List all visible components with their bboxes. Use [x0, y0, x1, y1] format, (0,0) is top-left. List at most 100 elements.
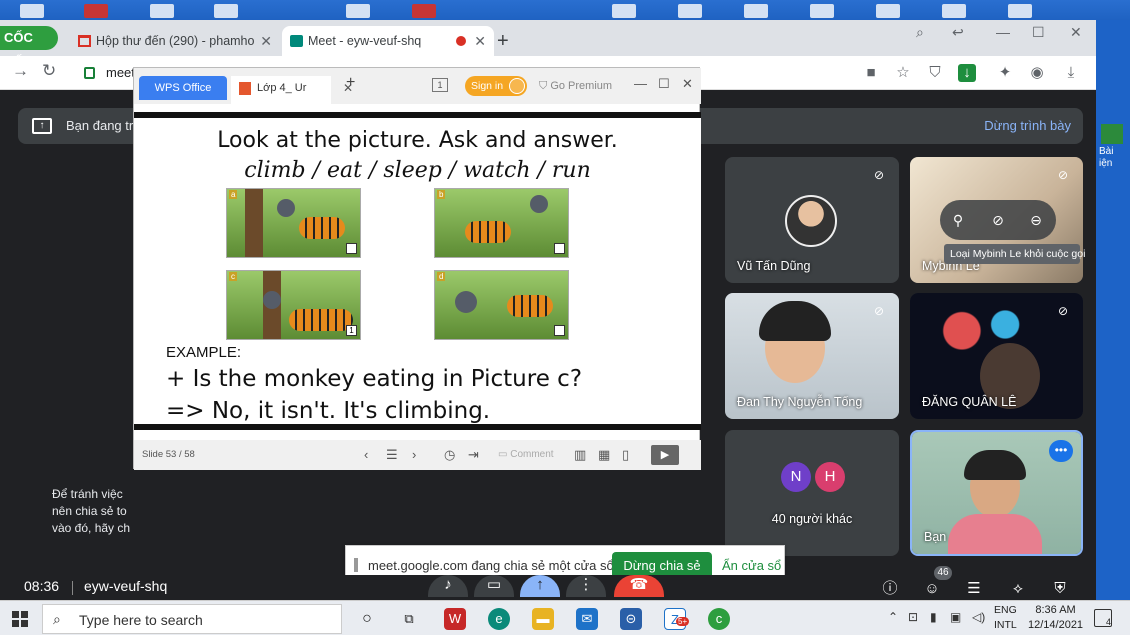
camera-icon[interactable]: ■ — [862, 64, 880, 82]
timer-icon[interactable]: ◷ — [444, 447, 455, 463]
info-icon[interactable]: ⓘ — [880, 579, 900, 599]
desktop-icon[interactable] — [150, 4, 174, 18]
star-icon[interactable]: ☆ — [894, 64, 912, 82]
sign-in-button[interactable]: Sign in — [465, 76, 527, 96]
desktop-file-icon[interactable] — [1101, 124, 1123, 144]
maximize-icon[interactable]: ☐ — [1032, 24, 1045, 41]
desktop-icon[interactable] — [346, 4, 370, 18]
desktop-icon[interactable] — [942, 4, 966, 18]
normal-view-icon[interactable]: ▥ — [574, 447, 586, 463]
tray-mic-icon[interactable]: ▮ — [930, 610, 937, 624]
desktop-icon[interactable] — [412, 4, 436, 18]
checkbox[interactable] — [554, 325, 565, 336]
notification-center-icon[interactable]: 4 — [1094, 609, 1112, 627]
maximize-icon[interactable]: ☐ — [658, 76, 670, 92]
more-button[interactable]: ⋮ — [566, 575, 606, 597]
close-icon[interactable]: ✕ — [260, 26, 272, 56]
checkbox[interactable]: 1 — [346, 325, 357, 336]
minimize-icon[interactable]: — — [996, 24, 1010, 40]
desktop-icon[interactable] — [678, 4, 702, 18]
present-button[interactable]: ↑ — [520, 575, 560, 597]
mail-icon[interactable]: ✉ — [576, 608, 598, 630]
go-premium-link[interactable]: ⛉ Go Premium — [539, 76, 612, 96]
downloads-icon[interactable]: ⤓ — [1062, 64, 1080, 82]
tray-chevron-icon[interactable]: ⌃ — [888, 610, 898, 624]
page-count-icon[interactable]: 1 — [432, 78, 448, 92]
pin-icon[interactable]: ⚲ — [948, 210, 968, 230]
remove-participant-icon[interactable]: ⊖ — [1026, 210, 1046, 230]
new-tab-button[interactable]: + — [346, 74, 355, 92]
slide-counter: Slide 53 / 58 — [142, 449, 195, 460]
cortana-icon[interactable]: ○ — [356, 608, 378, 630]
reload-icon[interactable]: ↻ — [42, 61, 56, 81]
activities-icon[interactable]: ⟡ — [1008, 579, 1028, 599]
coccoc-logo[interactable]: CỐC CỐC — [0, 26, 58, 69]
app-icon[interactable]: ⊝ — [620, 608, 642, 630]
window-close-icon[interactable]: ✕ — [1070, 24, 1082, 41]
coccoc-browser-icon[interactable]: c — [708, 608, 730, 630]
profile-icon[interactable]: ◉ — [1028, 64, 1046, 82]
participant-tile[interactable]: ⊘ ĐĂNG QUÂN LÊ — [910, 293, 1083, 419]
others-tile[interactable]: N H 40 người khác — [725, 430, 899, 556]
minimize-icon[interactable]: — — [634, 76, 647, 91]
grid-view-icon[interactable]: ▦ — [598, 447, 610, 463]
volume-icon[interactable]: ◁) — [972, 610, 985, 624]
more-options-icon[interactable]: ••• — [1049, 440, 1073, 462]
chat-icon[interactable]: ☰ — [964, 579, 984, 599]
people-icon[interactable]: ☺ — [922, 579, 942, 599]
desktop-icon[interactable] — [214, 4, 238, 18]
next-slide-icon[interactable]: › — [412, 447, 416, 462]
desktop-icon[interactable] — [1008, 4, 1032, 18]
windows-start-icon[interactable] — [12, 611, 28, 627]
download-green-icon[interactable]: ↓ — [958, 64, 976, 82]
shield-icon[interactable]: ⛉ — [926, 64, 944, 82]
host-controls-icon[interactable]: ⛨ — [1050, 579, 1070, 599]
desktop-icon[interactable] — [876, 4, 900, 18]
comment-button[interactable]: ▭ Comment — [498, 449, 554, 460]
outline-list-icon[interactable]: ☰ — [386, 447, 398, 463]
recording-dot-icon — [456, 36, 466, 46]
participant-tile[interactable]: ⊘ Đan Thy Nguyễn Tống — [725, 293, 899, 419]
reading-view-icon[interactable]: ▯ — [622, 447, 629, 463]
new-tab-button[interactable]: + — [497, 26, 509, 56]
desktop-icon[interactable] — [84, 4, 108, 18]
leave-call-button[interactable]: ☎ — [614, 575, 664, 597]
camera-button[interactable]: ▭ — [474, 575, 514, 597]
drag-handle-icon[interactable] — [354, 558, 358, 572]
participant-tile[interactable]: ⊘ Vũ Tấn Dũng — [725, 157, 899, 283]
mic-button[interactable]: ♪ — [428, 575, 468, 597]
checkbox[interactable] — [554, 243, 565, 254]
desktop-icon[interactable] — [20, 4, 44, 18]
taskbar-search-input[interactable]: ⌕ Type here to search — [42, 604, 342, 634]
taskbar-clock[interactable]: 8:36 AM 12/14/2021 — [1028, 603, 1083, 633]
tab-meet[interactable]: Meet - eyw-veuf-shq ✕ — [282, 26, 494, 56]
self-tile[interactable]: ••• Bạn — [910, 430, 1083, 556]
edge-icon[interactable]: e — [488, 608, 510, 630]
prev-slide-icon[interactable]: ‹ — [364, 447, 368, 462]
desktop-icon[interactable] — [744, 4, 768, 18]
back-arrow-icon[interactable]: ↩ — [952, 24, 964, 41]
desktop-icon[interactable] — [810, 4, 834, 18]
desktop-icon[interactable] — [612, 4, 636, 18]
tab-gmail[interactable]: Hộp thư đến (290) - phamho ✕ — [70, 26, 280, 56]
wps-app-icon[interactable]: W — [444, 608, 466, 630]
stop-presenting-button[interactable]: Dừng trình bày — [984, 108, 1071, 144]
wps-file-tab[interactable]: Lớp 4_ Ur ✕ — [231, 76, 353, 104]
tray-app-icon[interactable]: ⊡ — [908, 610, 918, 624]
slide-title: Look at the picture. Ask and answer. — [217, 128, 618, 153]
extensions-icon[interactable]: ✦ — [996, 64, 1014, 82]
language-indicator[interactable]: ENG INTL — [994, 603, 1017, 633]
tab-search-icon[interactable]: ⌕ — [916, 24, 924, 41]
wps-office-tab[interactable]: WPS Office — [139, 76, 227, 100]
file-explorer-icon[interactable]: ▬ — [532, 608, 554, 630]
play-slideshow-button[interactable]: ▶ — [651, 445, 679, 465]
checkbox[interactable] — [346, 243, 357, 254]
divider — [72, 581, 73, 595]
network-icon[interactable]: ▣ — [950, 610, 961, 624]
mute-participant-icon[interactable]: ⊘ — [988, 210, 1008, 230]
window-close-icon[interactable]: ✕ — [682, 76, 693, 92]
export-icon[interactable]: ⇥ — [468, 447, 479, 463]
forward-icon[interactable]: → — [12, 61, 29, 81]
task-view-icon[interactable]: ⧉ — [398, 608, 420, 630]
close-icon[interactable]: ✕ — [474, 26, 486, 56]
